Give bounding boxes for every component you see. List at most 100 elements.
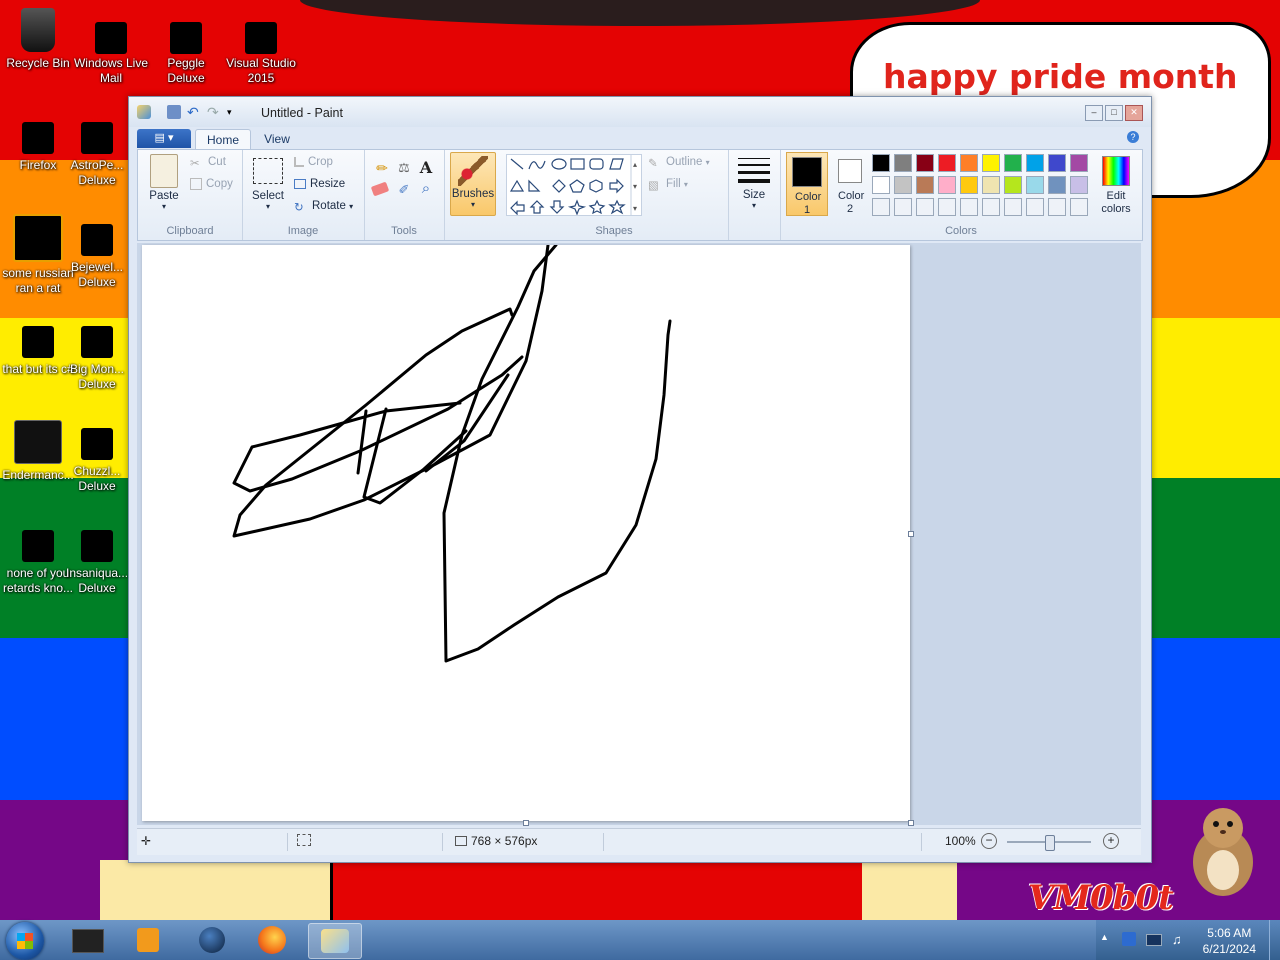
customize-qat-icon[interactable]: ▾ xyxy=(227,105,241,119)
palette-color[interactable] xyxy=(1026,154,1044,172)
palette-color[interactable] xyxy=(916,176,934,194)
show-hidden-icons[interactable]: ▲ xyxy=(1100,932,1109,942)
redo-icon[interactable]: ↷ xyxy=(207,105,221,119)
shapes-gallery[interactable]: ▴ ▾ ▾ xyxy=(506,154,642,216)
select-button[interactable]: Select ▾ xyxy=(248,154,288,211)
copy-button[interactable]: Copy xyxy=(190,178,233,190)
color1-swatch xyxy=(792,157,822,187)
desktop-icon-endermanch[interactable]: Endermanc... xyxy=(0,420,76,483)
custom-color-slot[interactable] xyxy=(1004,198,1022,216)
resize-button[interactable]: Resize xyxy=(294,178,345,190)
paint-window[interactable]: ↶ ↷ ▾ Untitled - Paint ‒ □ ✕ ▤ ▾ Home Vi… xyxy=(128,96,1152,863)
tab-view[interactable]: View xyxy=(255,129,299,149)
palette-color[interactable] xyxy=(1070,154,1088,172)
palette-color[interactable] xyxy=(938,176,956,194)
start-button[interactable] xyxy=(6,922,44,960)
maximize-button[interactable]: □ xyxy=(1105,105,1123,121)
clock[interactable]: 5:06 AM 6/21/2024 xyxy=(1203,925,1256,957)
title-bar[interactable]: ↶ ↷ ▾ Untitled - Paint ‒ □ ✕ xyxy=(129,97,1151,127)
color1-button[interactable]: Color 1 xyxy=(786,152,828,216)
desktop-icon-windows-live-mail[interactable]: Windows Live Mail xyxy=(73,8,149,86)
custom-color-slot[interactable] xyxy=(894,198,912,216)
minimize-button[interactable]: ‒ xyxy=(1085,105,1103,121)
palette-color[interactable] xyxy=(982,154,1000,172)
resize-handle-bottom[interactable] xyxy=(523,820,529,826)
desktop-icon-that-but-its-csharp[interactable]: that but its c# xyxy=(0,326,76,377)
text-tool[interactable]: A xyxy=(416,158,436,178)
taskbar-item-firefox[interactable] xyxy=(246,923,298,957)
palette-color[interactable] xyxy=(960,154,978,172)
palette-color[interactable] xyxy=(1026,176,1044,194)
desktop-icon-none-of-you[interactable]: none of you retards kno... xyxy=(0,530,76,596)
battery-icon[interactable] xyxy=(1146,934,1162,946)
taskbar-item-globe[interactable] xyxy=(186,923,238,957)
desktop-icon-chuzzle[interactable]: Chuzzl... Deluxe xyxy=(66,428,128,494)
edit-colors-button[interactable]: Edit colors xyxy=(1094,152,1138,215)
palette-color[interactable] xyxy=(872,154,890,172)
fill-button[interactable]: ▧ Fill ▾ xyxy=(648,178,688,192)
mail-icon xyxy=(95,22,127,54)
show-desktop-button[interactable] xyxy=(1269,920,1280,960)
color2-button[interactable]: Color 2 xyxy=(830,152,870,215)
zoom-slider-thumb[interactable] xyxy=(1045,835,1055,851)
close-button[interactable]: ✕ xyxy=(1125,105,1143,121)
desktop-icon-insaniquarium[interactable]: Insaniqua... Deluxe xyxy=(66,530,128,596)
palette-color[interactable] xyxy=(1004,176,1022,194)
color-picker-tool[interactable]: ✐ xyxy=(394,182,414,200)
custom-color-slot[interactable] xyxy=(960,198,978,216)
custom-color-slot[interactable] xyxy=(1026,198,1044,216)
fill-label: Fill xyxy=(666,178,681,191)
palette-color[interactable] xyxy=(938,154,956,172)
zoom-in-icon[interactable]: + xyxy=(1103,833,1119,849)
resize-handle-corner[interactable] xyxy=(908,820,914,826)
taskbar-item-paint[interactable] xyxy=(308,923,362,959)
palette-color[interactable] xyxy=(982,176,1000,194)
desktop-icon-peggle[interactable]: Peggle Deluxe xyxy=(148,8,224,86)
palette-color[interactable] xyxy=(894,154,912,172)
desktop-icon-bejeweled[interactable]: Bejewel... Deluxe xyxy=(66,224,128,290)
palette-color[interactable] xyxy=(1070,176,1088,194)
rotate-button[interactable]: ↻ Rotate ▾ xyxy=(294,200,353,214)
taskbar-item-terminal[interactable] xyxy=(62,923,114,957)
palette-color[interactable] xyxy=(1048,154,1066,172)
pencil-tool[interactable]: ✏ xyxy=(372,160,392,178)
custom-color-slot[interactable] xyxy=(916,198,934,216)
palette-color[interactable] xyxy=(894,176,912,194)
network-icon[interactable] xyxy=(1122,932,1136,946)
custom-color-slot[interactable] xyxy=(982,198,1000,216)
custom-color-slot[interactable] xyxy=(1070,198,1088,216)
palette-color[interactable] xyxy=(960,176,978,194)
paste-button[interactable]: Paste ▾ xyxy=(144,154,184,211)
palette-color[interactable] xyxy=(916,154,934,172)
desktop-icon-astropop[interactable]: AstroPe... Deluxe xyxy=(66,122,128,188)
custom-color-slot[interactable] xyxy=(938,198,956,216)
desktop-icon-some-russian[interactable]: some russian ran a rat xyxy=(0,214,76,296)
desktop-icon-recycle-bin[interactable]: Recycle Bin xyxy=(0,8,76,71)
taskbar-item-media-player[interactable] xyxy=(122,923,174,957)
magnifier-tool[interactable]: ⌕ xyxy=(416,180,436,200)
palette-color[interactable] xyxy=(1004,154,1022,172)
palette-color[interactable] xyxy=(1048,176,1066,194)
outline-button[interactable]: ✎ Outline ▾ xyxy=(648,156,710,170)
size-button[interactable]: Size ▾ xyxy=(734,154,774,210)
tab-home[interactable]: Home xyxy=(195,129,251,150)
desktop-icon-visual-studio[interactable]: Visual Studio 2015 xyxy=(223,8,299,86)
undo-icon[interactable]: ↶ xyxy=(187,105,201,119)
save-icon[interactable] xyxy=(167,105,181,119)
desktop-icon-firefox[interactable]: Firefox xyxy=(0,122,76,173)
resize-handle-right[interactable] xyxy=(908,531,914,537)
custom-color-slot[interactable] xyxy=(1048,198,1066,216)
volume-icon[interactable]: ♫ xyxy=(1172,932,1182,947)
fill-tool[interactable]: ⚖ xyxy=(394,160,414,178)
cut-button[interactable]: ✂ Cut xyxy=(190,156,226,170)
desktop-icon-big-money[interactable]: Big Mon... Deluxe xyxy=(66,326,128,392)
palette-color[interactable] xyxy=(872,176,890,194)
file-menu-button[interactable]: ▤ ▾ xyxy=(137,129,191,148)
eraser-tool[interactable] xyxy=(370,181,390,197)
custom-color-slot[interactable] xyxy=(872,198,890,216)
brushes-button[interactable]: Brushes ▾ xyxy=(450,152,496,216)
crop-button[interactable]: Crop xyxy=(294,156,333,168)
zoom-out-icon[interactable]: − xyxy=(981,833,997,849)
drawing-canvas[interactable] xyxy=(142,243,910,821)
help-icon[interactable]: ? xyxy=(1127,131,1139,143)
